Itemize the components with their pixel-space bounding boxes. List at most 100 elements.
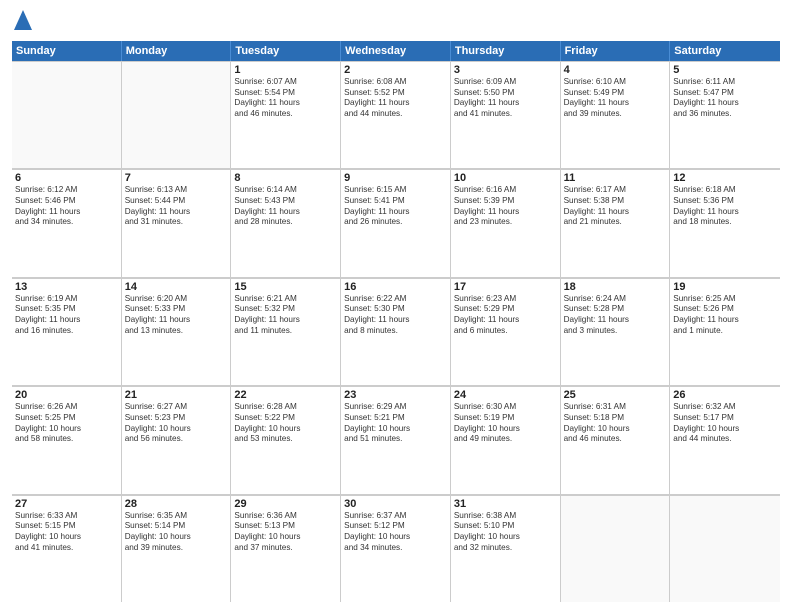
calendar-cell-1: 1Sunrise: 6:07 AMSunset: 5:54 PMDaylight… xyxy=(231,61,341,168)
day-number: 3 xyxy=(454,64,557,76)
daylight-minutes: and 46 minutes. xyxy=(564,434,667,445)
calendar-row-5: 27Sunrise: 6:33 AMSunset: 5:15 PMDayligh… xyxy=(12,495,780,602)
sunrise-text: Sunrise: 6:32 AM xyxy=(673,402,777,413)
sunrise-text: Sunrise: 6:15 AM xyxy=(344,185,447,196)
day-number: 11 xyxy=(564,172,667,184)
logo-icon xyxy=(14,10,32,30)
day-number: 4 xyxy=(564,64,667,76)
calendar-cell-14: 14Sunrise: 6:20 AMSunset: 5:33 PMDayligh… xyxy=(122,278,232,385)
day-number: 25 xyxy=(564,389,667,401)
sunset-text: Sunset: 5:54 PM xyxy=(234,88,337,99)
daylight-hours: Daylight: 11 hours xyxy=(234,315,337,326)
sunrise-text: Sunrise: 6:22 AM xyxy=(344,294,447,305)
day-number: 22 xyxy=(234,389,337,401)
calendar-cell-26: 26Sunrise: 6:32 AMSunset: 5:17 PMDayligh… xyxy=(670,386,780,493)
daylight-hours: Daylight: 11 hours xyxy=(125,207,228,218)
day-number: 10 xyxy=(454,172,557,184)
daylight-minutes: and 11 minutes. xyxy=(234,326,337,337)
header-day-thursday: Thursday xyxy=(451,41,561,61)
day-number: 29 xyxy=(234,498,337,510)
sunset-text: Sunset: 5:19 PM xyxy=(454,413,557,424)
daylight-hours: Daylight: 10 hours xyxy=(125,424,228,435)
day-number: 6 xyxy=(15,172,118,184)
daylight-minutes: and 3 minutes. xyxy=(564,326,667,337)
calendar-cell-20: 20Sunrise: 6:26 AMSunset: 5:25 PMDayligh… xyxy=(12,386,122,493)
daylight-hours: Daylight: 11 hours xyxy=(125,315,228,326)
day-number: 5 xyxy=(673,64,777,76)
sunrise-text: Sunrise: 6:17 AM xyxy=(564,185,667,196)
sunrise-text: Sunrise: 6:26 AM xyxy=(15,402,118,413)
sunset-text: Sunset: 5:46 PM xyxy=(15,196,118,207)
calendar-cell-11: 11Sunrise: 6:17 AMSunset: 5:38 PMDayligh… xyxy=(561,169,671,276)
calendar-cell-31: 31Sunrise: 6:38 AMSunset: 5:10 PMDayligh… xyxy=(451,495,561,602)
daylight-minutes: and 56 minutes. xyxy=(125,434,228,445)
sunrise-text: Sunrise: 6:25 AM xyxy=(673,294,777,305)
sunset-text: Sunset: 5:22 PM xyxy=(234,413,337,424)
day-number: 23 xyxy=(344,389,447,401)
calendar-cell-10: 10Sunrise: 6:16 AMSunset: 5:39 PMDayligh… xyxy=(451,169,561,276)
sunrise-text: Sunrise: 6:33 AM xyxy=(15,511,118,522)
sunrise-text: Sunrise: 6:27 AM xyxy=(125,402,228,413)
daylight-hours: Daylight: 11 hours xyxy=(673,207,777,218)
calendar-cell-22: 22Sunrise: 6:28 AMSunset: 5:22 PMDayligh… xyxy=(231,386,341,493)
day-number: 18 xyxy=(564,281,667,293)
calendar-cell-5: 5Sunrise: 6:11 AMSunset: 5:47 PMDaylight… xyxy=(670,61,780,168)
day-number: 27 xyxy=(15,498,118,510)
sunrise-text: Sunrise: 6:30 AM xyxy=(454,402,557,413)
daylight-hours: Daylight: 11 hours xyxy=(15,315,118,326)
day-number: 15 xyxy=(234,281,337,293)
sunset-text: Sunset: 5:52 PM xyxy=(344,88,447,99)
calendar: SundayMondayTuesdayWednesdayThursdayFrid… xyxy=(12,41,780,602)
calendar-cell-28: 28Sunrise: 6:35 AMSunset: 5:14 PMDayligh… xyxy=(122,495,232,602)
sunset-text: Sunset: 5:17 PM xyxy=(673,413,777,424)
calendar-row-4: 20Sunrise: 6:26 AMSunset: 5:25 PMDayligh… xyxy=(12,386,780,494)
calendar-cell-24: 24Sunrise: 6:30 AMSunset: 5:19 PMDayligh… xyxy=(451,386,561,493)
daylight-hours: Daylight: 10 hours xyxy=(15,532,118,543)
calendar-cell-27: 27Sunrise: 6:33 AMSunset: 5:15 PMDayligh… xyxy=(12,495,122,602)
sunset-text: Sunset: 5:12 PM xyxy=(344,521,447,532)
calendar-cell-25: 25Sunrise: 6:31 AMSunset: 5:18 PMDayligh… xyxy=(561,386,671,493)
calendar-row-3: 13Sunrise: 6:19 AMSunset: 5:35 PMDayligh… xyxy=(12,278,780,386)
daylight-hours: Daylight: 10 hours xyxy=(234,424,337,435)
calendar-header: SundayMondayTuesdayWednesdayThursdayFrid… xyxy=(12,41,780,61)
sunrise-text: Sunrise: 6:28 AM xyxy=(234,402,337,413)
logo xyxy=(12,10,32,35)
calendar-cell-8: 8Sunrise: 6:14 AMSunset: 5:43 PMDaylight… xyxy=(231,169,341,276)
header xyxy=(12,10,780,35)
daylight-minutes: and 31 minutes. xyxy=(125,217,228,228)
header-day-tuesday: Tuesday xyxy=(231,41,341,61)
calendar-row-2: 6Sunrise: 6:12 AMSunset: 5:46 PMDaylight… xyxy=(12,169,780,277)
calendar-cell-17: 17Sunrise: 6:23 AMSunset: 5:29 PMDayligh… xyxy=(451,278,561,385)
day-number: 24 xyxy=(454,389,557,401)
day-number: 30 xyxy=(344,498,447,510)
calendar-row-1: 1Sunrise: 6:07 AMSunset: 5:54 PMDaylight… xyxy=(12,61,780,169)
daylight-minutes: and 8 minutes. xyxy=(344,326,447,337)
day-number: 7 xyxy=(125,172,228,184)
daylight-minutes: and 44 minutes. xyxy=(344,109,447,120)
sunrise-text: Sunrise: 6:36 AM xyxy=(234,511,337,522)
day-number: 1 xyxy=(234,64,337,76)
daylight-minutes: and 39 minutes. xyxy=(125,543,228,554)
calendar-cell-2: 2Sunrise: 6:08 AMSunset: 5:52 PMDaylight… xyxy=(341,61,451,168)
daylight-minutes: and 28 minutes. xyxy=(234,217,337,228)
sunrise-text: Sunrise: 6:31 AM xyxy=(564,402,667,413)
day-number: 13 xyxy=(15,281,118,293)
daylight-minutes: and 41 minutes. xyxy=(15,543,118,554)
daylight-hours: Daylight: 11 hours xyxy=(673,315,777,326)
calendar-body: 1Sunrise: 6:07 AMSunset: 5:54 PMDaylight… xyxy=(12,61,780,602)
sunrise-text: Sunrise: 6:18 AM xyxy=(673,185,777,196)
day-number: 16 xyxy=(344,281,447,293)
calendar-cell-30: 30Sunrise: 6:37 AMSunset: 5:12 PMDayligh… xyxy=(341,495,451,602)
sunset-text: Sunset: 5:44 PM xyxy=(125,196,228,207)
day-number: 2 xyxy=(344,64,447,76)
daylight-minutes: and 34 minutes. xyxy=(15,217,118,228)
daylight-minutes: and 16 minutes. xyxy=(15,326,118,337)
day-number: 21 xyxy=(125,389,228,401)
day-number: 28 xyxy=(125,498,228,510)
daylight-minutes: and 49 minutes. xyxy=(454,434,557,445)
sunset-text: Sunset: 5:21 PM xyxy=(344,413,447,424)
calendar-cell-18: 18Sunrise: 6:24 AMSunset: 5:28 PMDayligh… xyxy=(561,278,671,385)
daylight-minutes: and 1 minute. xyxy=(673,326,777,337)
day-number: 19 xyxy=(673,281,777,293)
sunset-text: Sunset: 5:33 PM xyxy=(125,304,228,315)
